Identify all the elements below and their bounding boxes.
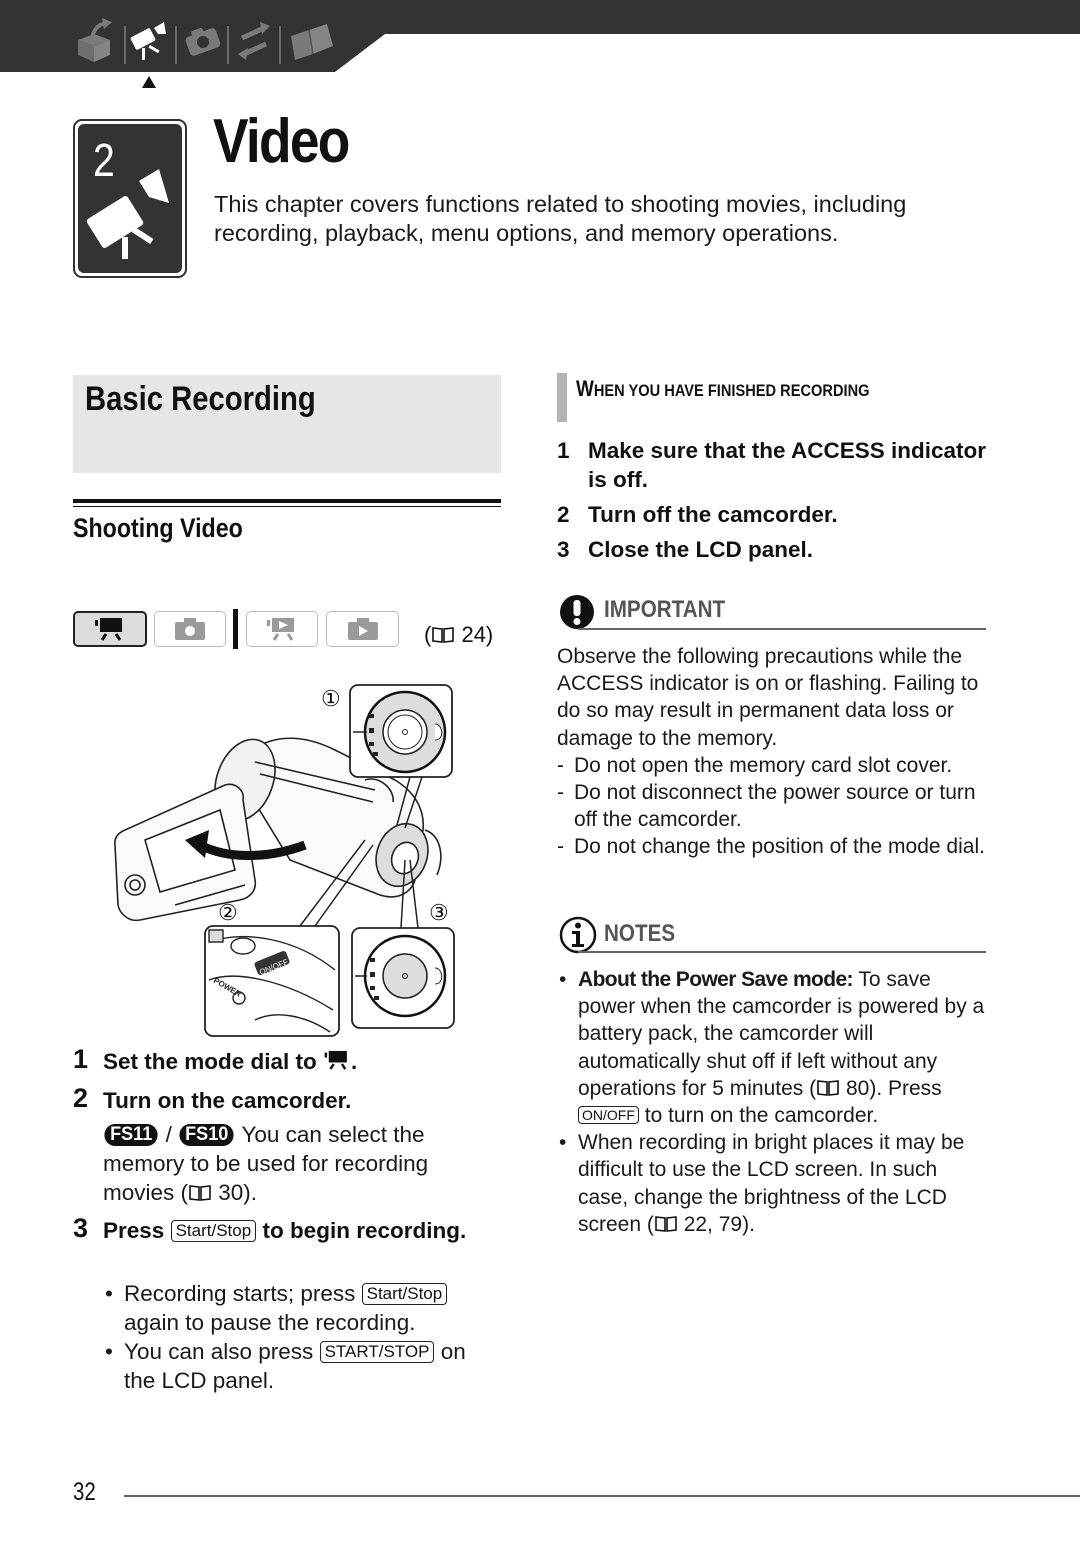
book-icon: [291, 24, 333, 60]
step-1: Set the mode dial to .: [103, 1049, 358, 1074]
important-body: Observe the following precautions while …: [557, 643, 997, 861]
camcorder-illustration: ON/OFF POWER ① ② ③: [105, 680, 465, 1040]
model-badge-fs10: FS10: [179, 1124, 235, 1146]
movie-mode-icon: [324, 1050, 347, 1070]
transfer-icon: [238, 22, 270, 60]
notes-heading: NOTES: [604, 920, 676, 947]
page-reference[interactable]: ( 24): [424, 621, 493, 649]
nav-item-video[interactable]: [128, 18, 172, 62]
important-icon: [560, 595, 594, 629]
movie-record-mode-icon: [95, 618, 122, 641]
notes-body: • About the Power Save mode: To save powe…: [557, 966, 987, 1238]
book-reference-icon: [655, 1215, 677, 1232]
on-off-key: ON/OFF: [578, 1106, 639, 1125]
important-intro: Observe the following precautions while …: [557, 645, 979, 750]
box-icon: [78, 18, 112, 62]
photo-camera-icon: [185, 28, 221, 56]
subsection-rule-thin: [73, 506, 501, 507]
callout-1: ①: [321, 686, 341, 711]
step-number: 1: [73, 1044, 89, 1074]
step-number: 3: [557, 537, 570, 562]
heading-accent-bar: [557, 373, 567, 422]
book-reference-icon: [817, 1079, 839, 1096]
notes-rule: [578, 951, 986, 953]
nav-separator: [227, 26, 229, 64]
step-2: Turn on the camcorder.: [103, 1088, 352, 1113]
book-reference-icon: [432, 627, 455, 643]
important-heading: IMPORTANT: [604, 596, 726, 623]
mode-photo-record: [154, 611, 226, 647]
info-icon: [559, 916, 597, 954]
precaution-item: - Do not disconnect the power source or t…: [557, 781, 976, 832]
model-badge-fs11: FS11: [104, 1124, 158, 1146]
movie-playback-mode-icon: [267, 618, 294, 641]
step-3: Press Start/Stop to begin recording.: [103, 1218, 467, 1243]
start-stop-key: Start/Stop: [170, 1220, 257, 1242]
nav-item-introduction[interactable]: [72, 18, 116, 62]
photo-record-mode-icon: [175, 618, 205, 640]
step-number: 2: [73, 1083, 89, 1113]
mode-movie-record: [73, 611, 147, 647]
precaution-item: - Do not open the memory card slot cover.: [557, 753, 953, 777]
current-chapter-indicator: [142, 76, 156, 88]
finished-recording-heading: WHEN YOU HAVE FINISHED RECORDING: [576, 376, 870, 401]
finish-step-2: Turn off the camcorder.: [588, 502, 838, 527]
bullet-item: • You can also press START/STOP on the L…: [105, 1339, 466, 1393]
step-number: 2: [557, 502, 570, 527]
precaution-item: - Do not change the position of the mode …: [557, 835, 985, 859]
finish-step-1: Make sure that the ACCESS indicator is o…: [588, 438, 987, 492]
footer-rule: [124, 1495, 1080, 1497]
video-camera-icon: [130, 22, 166, 60]
callout-2: ②: [218, 900, 238, 925]
finish-step-3: Close the LCD panel.: [588, 537, 814, 562]
start-stop-lcd-key: START/STOP: [319, 1341, 435, 1363]
step-number: 1: [557, 438, 570, 463]
step-3-bullets: • Recording starts; press Start/Stop aga…: [103, 1279, 493, 1395]
mode-movie-playback: [246, 611, 318, 647]
mode-separator: [233, 609, 238, 649]
chapter-title: Video: [213, 107, 350, 176]
bullet-item: • Recording starts; press Start/Stop aga…: [103, 1279, 493, 1337]
book-reference-icon: [189, 1185, 211, 1201]
subsection-title: Shooting Video: [73, 513, 243, 543]
step-2-detail: FS11 / FS10 You can select the memory to…: [103, 1122, 429, 1205]
start-stop-key: Start/Stop: [361, 1283, 448, 1305]
section-title: Basic Recording: [85, 380, 316, 418]
nav-item-external[interactable]: [232, 18, 276, 62]
photo-playback-mode-icon: [347, 618, 378, 640]
nav-separator: [175, 26, 177, 64]
nav-separator: [279, 26, 281, 64]
nav-separator: [124, 26, 126, 64]
chapter-number: 2: [93, 134, 115, 186]
page-number: 32: [73, 1478, 96, 1506]
important-rule: [578, 628, 986, 630]
nav-item-additional[interactable]: [287, 18, 337, 62]
nav-item-photos[interactable]: [181, 18, 225, 62]
callout-3: ③: [429, 900, 449, 925]
subsection-rule: [73, 499, 501, 503]
step-number: 3: [73, 1213, 89, 1243]
mode-photo-playback: [326, 611, 399, 647]
note-item: • When recording in bright places it may …: [559, 1131, 965, 1236]
note-item: • About the Power Save mode: To save powe…: [559, 968, 985, 1128]
chapter-badge: 2: [73, 119, 187, 278]
chapter-description: This chapter covers functions related to…: [214, 191, 907, 246]
